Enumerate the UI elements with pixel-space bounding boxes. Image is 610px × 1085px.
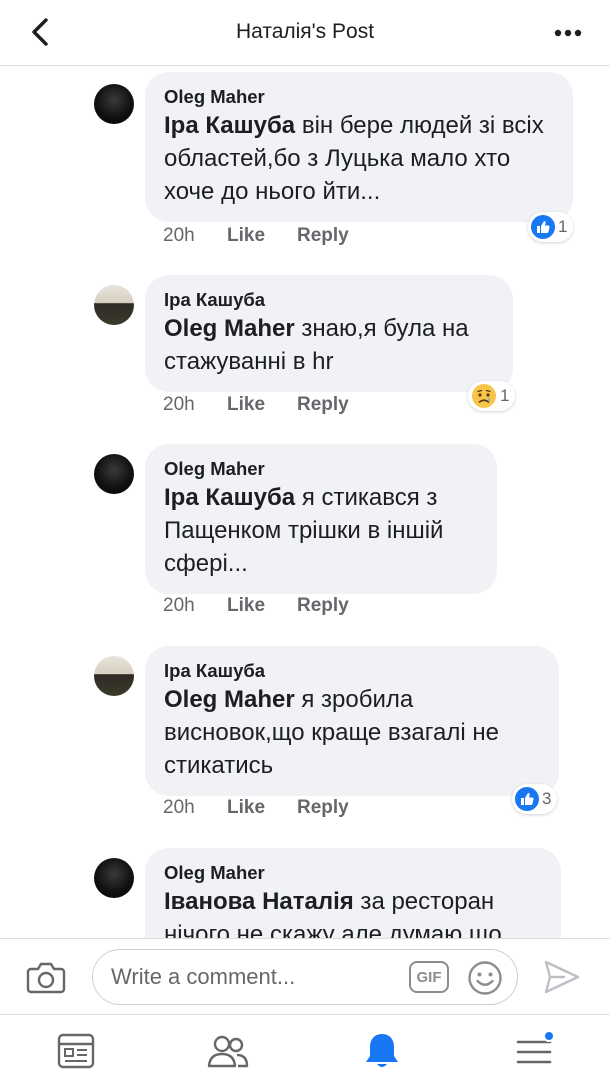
comment-author[interactable]: Oleg Maher — [164, 85, 553, 109]
bottom-navigation — [0, 1014, 610, 1085]
nav-news-feed[interactable] — [54, 1029, 98, 1073]
reply-button[interactable]: Reply — [297, 595, 349, 617]
comment-input[interactable] — [111, 950, 401, 1004]
comment-bubble[interactable]: Oleg Maher Іванова Наталія за ресторан н… — [145, 848, 561, 938]
like-button[interactable]: Like — [227, 225, 297, 247]
like-reaction-icon — [515, 787, 539, 811]
like-button[interactable]: Like — [227, 394, 297, 416]
emoji-icon — [468, 961, 502, 995]
send-button[interactable] — [540, 957, 582, 997]
news-feed-icon — [57, 1033, 95, 1069]
comment-bubble[interactable]: Іра Кашуба Oleg Maher знаю,я була на ста… — [145, 275, 513, 392]
comment-timestamp: 20h — [163, 797, 195, 818]
page-title: Наталія's Post — [235, 20, 375, 43]
avatar[interactable] — [94, 285, 134, 325]
emoji-button[interactable] — [467, 960, 503, 996]
avatar[interactable] — [94, 454, 134, 494]
reaction-count: 1 — [500, 386, 510, 405]
like-button[interactable]: Like — [227, 797, 297, 819]
comment-text: Oleg Maher знаю,я була на стажуванні в h… — [164, 315, 469, 375]
mention-link[interactable]: Oleg Maher — [164, 686, 295, 713]
comment-timestamp: 20h — [163, 225, 195, 246]
nav-friends[interactable] — [206, 1029, 250, 1073]
camera-button[interactable] — [25, 957, 67, 997]
post-header: Наталія's Post — [0, 0, 610, 66]
avatar[interactable] — [94, 858, 134, 898]
reaction-badge[interactable]: 1 — [468, 381, 516, 411]
reply-button[interactable]: Reply — [297, 225, 349, 247]
avatar[interactable] — [94, 84, 134, 124]
comment-timestamp: 20h — [163, 394, 195, 415]
sad-reaction-icon — [472, 384, 496, 408]
reaction-badge[interactable]: 1 — [528, 212, 574, 242]
mention-link[interactable]: Oleg Maher — [164, 315, 295, 342]
more-options-button[interactable] — [548, 18, 588, 48]
comment-bubble[interactable]: Іра Кашуба Oleg Maher я зробила висновок… — [145, 646, 559, 796]
comment-text: Іра Кашуба він бере людей зі всіх област… — [164, 112, 544, 205]
mention-link[interactable]: Іра Кашуба — [164, 112, 295, 139]
comment-actions: 20h Like Reply — [163, 391, 349, 419]
send-icon — [544, 960, 580, 994]
comment-input-wrapper: GIF — [92, 949, 518, 1005]
reply-button[interactable]: Reply — [297, 797, 349, 819]
comment-author[interactable]: Іра Кашуба — [164, 659, 539, 683]
comment-text: Іванова Наталія за ресторан нічого не ск… — [164, 888, 502, 938]
more-dots-icon — [554, 29, 582, 37]
comments-list[interactable]: Oleg Maher Іра Кашуба він бере людей зі … — [0, 66, 610, 938]
like-button[interactable]: Like — [227, 595, 297, 617]
camera-icon — [26, 962, 66, 994]
comment-bubble[interactable]: Oleg Maher Іра Кашуба я стикався з Пащен… — [145, 444, 497, 594]
comment-text: Oleg Maher я зробила висновок,що краще в… — [164, 686, 499, 779]
comment-timestamp: 20h — [163, 595, 195, 616]
notification-dot — [543, 1030, 555, 1042]
comment-actions: 20h Like Reply — [163, 794, 349, 822]
mention-link[interactable]: Іра Кашуба — [164, 484, 295, 511]
comment-author[interactable]: Іра Кашуба — [164, 288, 493, 312]
reply-button[interactable]: Reply — [297, 394, 349, 416]
comment-actions: 20h Like Reply — [163, 592, 349, 620]
friends-icon — [207, 1035, 249, 1068]
gif-button[interactable]: GIF — [409, 961, 449, 993]
reaction-count: 3 — [542, 789, 552, 808]
nav-menu[interactable] — [512, 1029, 556, 1073]
mention-link[interactable]: Іванова Наталія — [164, 888, 354, 915]
comment-text: Іра Кашуба я стикався з Пащенком трішки … — [164, 484, 444, 577]
comment-author[interactable]: Oleg Maher — [164, 457, 477, 481]
comment-actions: 20h Like Reply — [163, 222, 349, 250]
avatar[interactable] — [94, 656, 134, 696]
like-reaction-icon — [531, 215, 555, 239]
notifications-bell-icon — [366, 1034, 398, 1067]
comment-composer: GIF — [0, 938, 610, 1014]
reaction-count: 1 — [558, 217, 568, 236]
comment-bubble[interactable]: Oleg Maher Іра Кашуба він бере людей зі … — [145, 72, 573, 222]
comment-author[interactable]: Oleg Maher — [164, 861, 541, 885]
nav-notifications[interactable] — [360, 1029, 404, 1073]
reaction-badge[interactable]: 3 — [512, 784, 558, 814]
